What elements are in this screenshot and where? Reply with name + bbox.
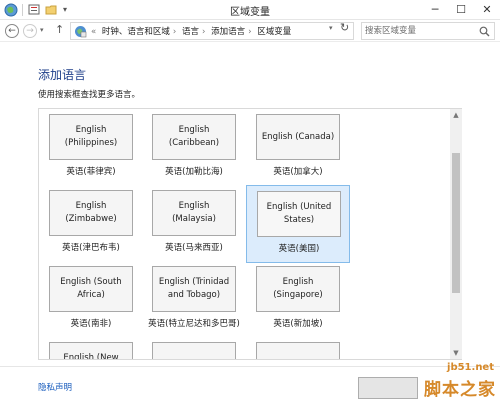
breadcrumb-overflow[interactable]: « (91, 27, 96, 37)
breadcrumb-separator-icon[interactable]: › (248, 27, 251, 37)
up-button[interactable]: ↑ (55, 23, 64, 36)
search-box[interactable] (361, 22, 495, 40)
language-tile[interactable]: English (Philippines) 英语(菲律宾) (39, 109, 143, 187)
language-tile[interactable]: English (Caribbean) 英语(加勒比海) (142, 109, 246, 187)
language-tile-caption: 英语(美国) (278, 244, 320, 254)
language-tile-name: English (Zimbabwe) (49, 190, 133, 236)
breadcrumb-item[interactable]: 区域变量 (257, 27, 291, 37)
scroll-thumb[interactable] (452, 153, 460, 293)
language-tile-name: English (Caribbean) (152, 114, 236, 160)
language-tile-caption: 英语(加拿大) (273, 167, 323, 177)
language-tile-name: English (Trinidad and Tobago) (152, 266, 236, 312)
language-tile-caption: 英语(南非) (70, 319, 112, 329)
language-tile[interactable]: English (Zimbabwe) 英语(津巴布韦) (39, 185, 143, 263)
page-title: 添加语言 (38, 68, 87, 82)
maximize-button[interactable]: ☐ (450, 0, 472, 20)
language-tile-caption: 英语(加勒比海) (165, 167, 223, 177)
language-list[interactable]: English (Philippines) 英语(菲律宾) English (Car… (38, 108, 462, 360)
language-tile[interactable]: English (United States) 英语(美国) (246, 185, 350, 263)
language-tile[interactable]: English (South Africa) 英语(南非) (39, 261, 143, 339)
breadcrumb: « 时钟、语言和区域 › 语言 › 添加语言 › 区域变量 (91, 25, 294, 37)
language-tile-caption: 英语(菲律宾) (66, 167, 116, 177)
watermark-url: jb51.net (447, 362, 494, 373)
language-tile-name: English (Malaysia) (152, 190, 236, 236)
language-tile-name: English (South Africa) (49, 266, 133, 312)
language-tile-name: English (Jamaica) (152, 342, 236, 359)
scroll-down-icon[interactable]: ▼ (450, 347, 462, 359)
language-tile[interactable]: English (India) (246, 337, 350, 359)
language-tile-caption: 英语(津巴布韦) (62, 243, 120, 253)
vertical-scrollbar[interactable]: ▲ ▼ (450, 109, 462, 359)
language-tile-name: English (Singapore) (256, 266, 340, 312)
back-button[interactable]: ← (5, 24, 19, 38)
language-tile-caption: 英语(新加坡) (273, 319, 323, 329)
breadcrumb-item[interactable]: 语言 (182, 27, 199, 37)
breadcrumb-separator-icon[interactable]: › (202, 27, 205, 37)
breadcrumb-separator-icon[interactable]: › (173, 27, 176, 37)
watermark-name: 脚本之家 (424, 380, 496, 400)
language-tile-name: English (United States) (257, 191, 341, 237)
privacy-statement-link[interactable]: 隐私声明 (38, 381, 72, 393)
language-tile-name: English (New Zealand) (49, 342, 133, 359)
page-description: 使用搜索框查找更多语言。 (38, 90, 141, 100)
language-tile-caption: 英语(特立尼达和多巴哥) (148, 319, 240, 329)
title-bar: ▾ 区域变量 ─ ☐ ✕ (0, 0, 500, 20)
language-tile-caption: 英语(马来西亚) (165, 243, 223, 253)
close-button[interactable]: ✕ (476, 0, 498, 20)
language-tile[interactable]: English (New Zealand) (39, 337, 143, 359)
search-input[interactable] (365, 24, 475, 38)
language-tile[interactable]: English (Singapore) 英语(新加坡) (246, 261, 350, 339)
minimize-button[interactable]: ─ (424, 0, 446, 20)
language-tile[interactable]: English (Malaysia) 英语(马来西亚) (142, 185, 246, 263)
site-watermark: jb51.net 脚本之家 (400, 360, 500, 403)
control-panel-icon (75, 26, 87, 38)
address-dropdown-icon[interactable]: ▾ (329, 24, 333, 32)
breadcrumb-item[interactable]: 时钟、语言和区域 (102, 27, 170, 37)
navigation-bar: ← → ▾ ↑ « 时钟、语言和区域 › 语言 › 添加语言 › 区域变量 ▾ ↻ (0, 20, 500, 42)
scroll-up-icon[interactable]: ▲ (450, 109, 462, 121)
recent-locations-chevron-icon[interactable]: ▾ (40, 26, 44, 34)
forward-button[interactable]: → (23, 24, 37, 38)
language-tile-name: English (India) (256, 342, 340, 359)
language-tile[interactable]: English (Canada) 英语(加拿大) (246, 109, 350, 187)
language-tile[interactable]: English (Trinidad and Tobago) 英语(特立尼达和多巴哥… (142, 261, 246, 339)
address-bar[interactable]: « 时钟、语言和区域 › 语言 › 添加语言 › 区域变量 (70, 22, 354, 40)
language-tile-name: English (Philippines) (49, 114, 133, 160)
language-tile[interactable]: English (Jamaica) (142, 337, 246, 359)
language-tile-name: English (Canada) (256, 114, 340, 160)
search-icon[interactable] (479, 26, 490, 37)
breadcrumb-item[interactable]: 添加语言 (211, 27, 245, 37)
refresh-button[interactable]: ↻ (340, 21, 349, 34)
